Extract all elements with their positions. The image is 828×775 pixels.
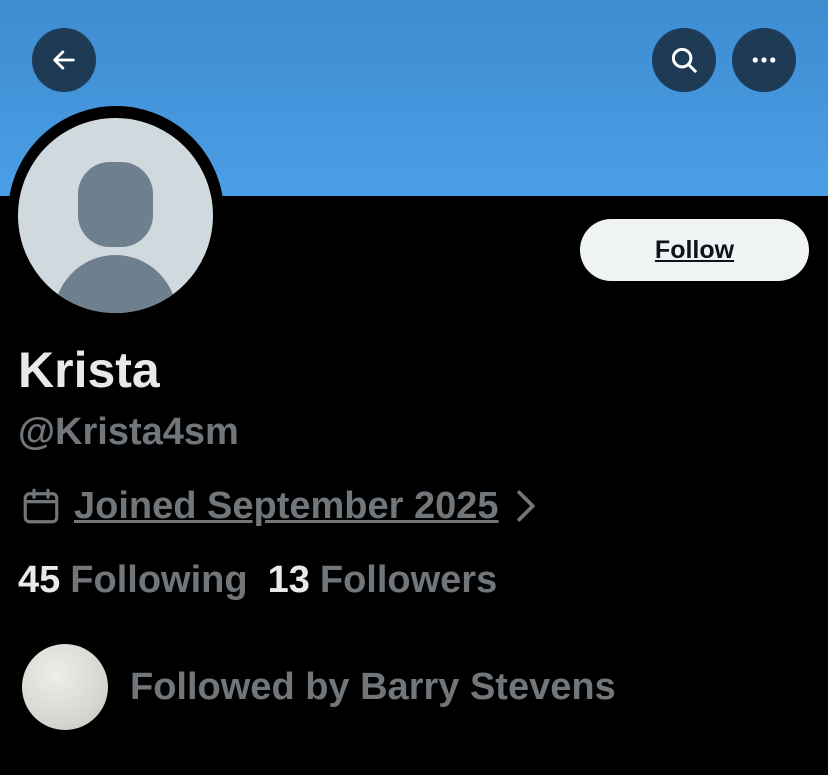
followers-label: Followers [319,559,498,601]
more-horizontal-icon [749,45,779,75]
joined-date[interactable]: Joined September 2025 [74,485,499,528]
follower-avatar [22,644,108,730]
default-avatar-icon [53,162,178,313]
calendar-icon [20,485,62,527]
profile-page: Follow Krista @Krista4sm Joined Septembe… [0,0,828,775]
following-stat[interactable]: 45 Following [18,556,248,604]
followed-by-row[interactable]: Followed by Barry Stevens [22,644,616,730]
display-name: Krista [18,342,160,398]
followers-count: 13 [267,559,310,601]
arrow-left-icon [50,46,78,74]
search-button[interactable] [652,28,716,92]
more-options-button[interactable] [732,28,796,92]
joined-date-row[interactable]: Joined September 2025 [20,480,537,532]
follow-button[interactable]: Follow [580,219,809,281]
following-label: Following [70,559,248,601]
chevron-right-icon [515,489,537,523]
followers-stat[interactable]: 13 Followers [268,556,498,604]
user-handle: @Krista4sm [18,411,239,453]
followed-by-text: Followed by Barry Stevens [130,665,616,708]
profile-avatar[interactable] [18,118,213,313]
follow-stats: 45 Following 13 Followers [18,556,497,604]
search-icon [669,45,699,75]
following-count: 45 [18,559,61,601]
back-button[interactable] [32,28,96,92]
